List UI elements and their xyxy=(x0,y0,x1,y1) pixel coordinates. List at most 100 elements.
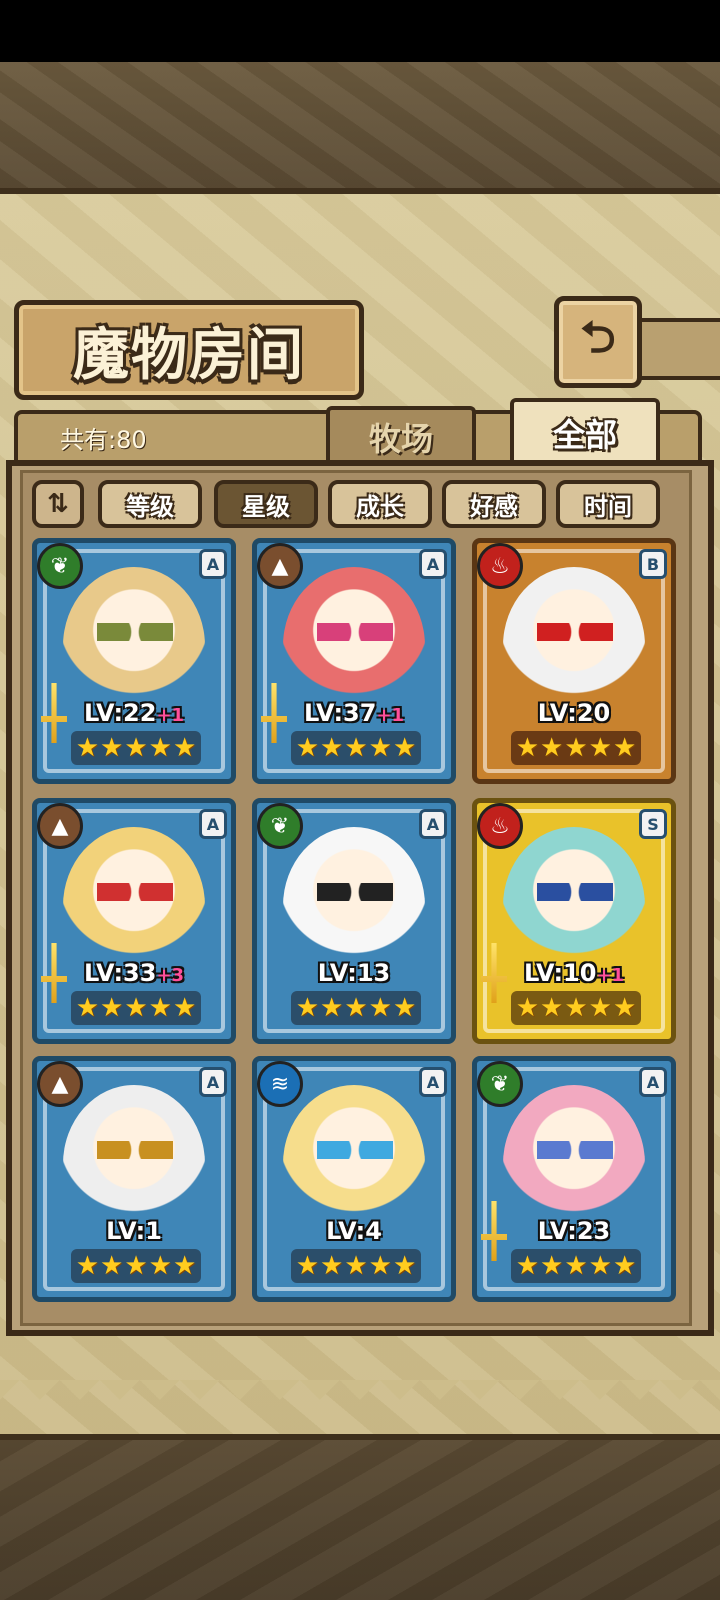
rank-badge: A xyxy=(419,549,447,579)
star-icon: ★ xyxy=(172,733,197,763)
monster-card[interactable]: ❦ A LV:22+1 ★ ★ ★ ★ ★ xyxy=(32,538,236,784)
filter-row: ⇅ 等级 星级 成长 好感 时间 xyxy=(32,480,692,530)
star-icon: ★ xyxy=(540,1251,564,1281)
star-icon: ★ xyxy=(295,1251,320,1281)
star-icon: ★ xyxy=(75,733,100,763)
star-icon: ★ xyxy=(612,993,637,1023)
monster-card[interactable]: ❦ A LV:23 ★ ★ ★ ★ ★ xyxy=(472,1056,676,1302)
map-background-bottom xyxy=(0,1440,720,1600)
monster-level: LV:22+1 xyxy=(37,699,231,727)
map-background-top xyxy=(0,62,720,190)
filter-level-button[interactable]: 等级 xyxy=(98,480,202,528)
monster-card[interactable]: ♨ S LV:10+1 ★ ★ ★ ★ ★ xyxy=(472,798,676,1044)
monster-eyes xyxy=(537,623,613,641)
monster-eyes xyxy=(537,883,613,901)
monster-level: LV:10+1 xyxy=(477,959,671,987)
monster-level: LV:23 xyxy=(477,1217,671,1245)
star-icon: ★ xyxy=(172,1251,197,1281)
star-icon: ★ xyxy=(344,1251,368,1281)
star-icon: ★ xyxy=(100,733,124,763)
star-rating: ★ ★ ★ ★ ★ xyxy=(71,991,201,1025)
star-icon: ★ xyxy=(148,993,172,1023)
star-icon: ★ xyxy=(392,1251,417,1281)
star-rating: ★ ★ ★ ★ ★ xyxy=(291,991,421,1025)
star-icon: ★ xyxy=(320,993,344,1023)
nature-element-icon: ❦ xyxy=(257,803,303,849)
level-bonus: +1 xyxy=(156,705,185,726)
level-text: LV:10 xyxy=(523,959,597,987)
monster-card[interactable]: ▲ A LV:37+1 ★ ★ ★ ★ ★ xyxy=(252,538,456,784)
water-element-icon: ≋ xyxy=(257,1061,303,1107)
star-icon: ★ xyxy=(148,733,172,763)
star-icon: ★ xyxy=(564,1251,588,1281)
monster-level: LV:4 xyxy=(257,1217,451,1245)
monster-eyes xyxy=(317,883,393,901)
star-icon: ★ xyxy=(368,993,392,1023)
star-rating: ★ ★ ★ ★ ★ xyxy=(511,1249,641,1283)
filter-star-button[interactable]: 星级 xyxy=(214,480,318,528)
monster-eyes xyxy=(537,1141,613,1159)
star-icon: ★ xyxy=(124,993,148,1023)
star-icon: ★ xyxy=(612,733,637,763)
level-bonus: +1 xyxy=(596,965,625,986)
monster-eyes xyxy=(97,883,173,901)
sort-toggle-icon: ⇅ xyxy=(47,489,69,519)
rank-badge: S xyxy=(639,809,667,839)
star-icon: ★ xyxy=(320,1251,344,1281)
back-button[interactable]: ⮌ xyxy=(554,296,642,388)
monster-card[interactable]: ♨ B LV:20 ★ ★ ★ ★ ★ xyxy=(472,538,676,784)
sort-order-button[interactable]: ⇅ xyxy=(32,480,84,528)
monster-card[interactable]: ≋ A LV:4 ★ ★ ★ ★ ★ xyxy=(252,1056,456,1302)
monster-card[interactable]: ▲ A LV:1 ★ ★ ★ ★ ★ xyxy=(32,1056,236,1302)
level-bonus: +3 xyxy=(156,965,185,986)
star-icon: ★ xyxy=(344,733,368,763)
filter-time-button[interactable]: 时间 xyxy=(556,480,660,528)
level-bonus: +1 xyxy=(376,705,405,726)
star-icon: ★ xyxy=(612,1251,637,1281)
level-text: LV:23 xyxy=(537,1217,611,1245)
filter-affection-button[interactable]: 好感 xyxy=(442,480,546,528)
tab-all[interactable]: 全部 xyxy=(510,398,660,464)
star-icon: ★ xyxy=(100,1251,124,1281)
monster-eyes xyxy=(97,623,173,641)
tab-ranch[interactable]: 牧场 xyxy=(326,406,476,464)
monster-eyes xyxy=(97,1141,173,1159)
star-icon: ★ xyxy=(392,993,417,1023)
status-bar xyxy=(0,0,720,62)
star-icon: ★ xyxy=(295,733,320,763)
monster-card[interactable]: ❦ A LV:13 ★ ★ ★ ★ ★ xyxy=(252,798,456,1044)
star-icon: ★ xyxy=(588,733,612,763)
rank-badge: A xyxy=(419,809,447,839)
title-plate: 魔物房间 xyxy=(14,300,364,400)
star-icon: ★ xyxy=(75,993,100,1023)
fire-element-icon: ♨ xyxy=(477,543,523,589)
star-rating: ★ ★ ★ ★ ★ xyxy=(511,991,641,1025)
star-icon: ★ xyxy=(540,993,564,1023)
monster-card[interactable]: ▲ A LV:33+3 ★ ★ ★ ★ ★ xyxy=(32,798,236,1044)
filter-growth-button[interactable]: 成长 xyxy=(328,480,432,528)
star-rating: ★ ★ ★ ★ ★ xyxy=(291,731,421,765)
star-icon: ★ xyxy=(392,733,417,763)
monster-level: LV:1 xyxy=(37,1217,231,1245)
monster-eyes xyxy=(317,1141,393,1159)
monster-level: LV:37+1 xyxy=(257,699,451,727)
level-text: LV:4 xyxy=(326,1217,382,1245)
star-icon: ★ xyxy=(75,1251,100,1281)
rank-badge: A xyxy=(199,549,227,579)
rank-badge: A xyxy=(199,1067,227,1097)
nature-element-icon: ❦ xyxy=(37,543,83,589)
star-icon: ★ xyxy=(564,993,588,1023)
page-title: 魔物房间 xyxy=(73,321,305,388)
panel-edge-decoration xyxy=(0,1380,720,1420)
level-text: LV:33 xyxy=(83,959,157,987)
star-icon: ★ xyxy=(172,993,197,1023)
rank-badge: A xyxy=(199,809,227,839)
star-icon: ★ xyxy=(344,993,368,1023)
star-rating: ★ ★ ★ ★ ★ xyxy=(511,731,641,765)
star-icon: ★ xyxy=(588,1251,612,1281)
star-icon: ★ xyxy=(100,993,124,1023)
star-icon: ★ xyxy=(515,993,540,1023)
return-arrow-icon: ⮌ xyxy=(580,311,616,363)
star-icon: ★ xyxy=(148,1251,172,1281)
nature-element-icon: ❦ xyxy=(477,1061,523,1107)
